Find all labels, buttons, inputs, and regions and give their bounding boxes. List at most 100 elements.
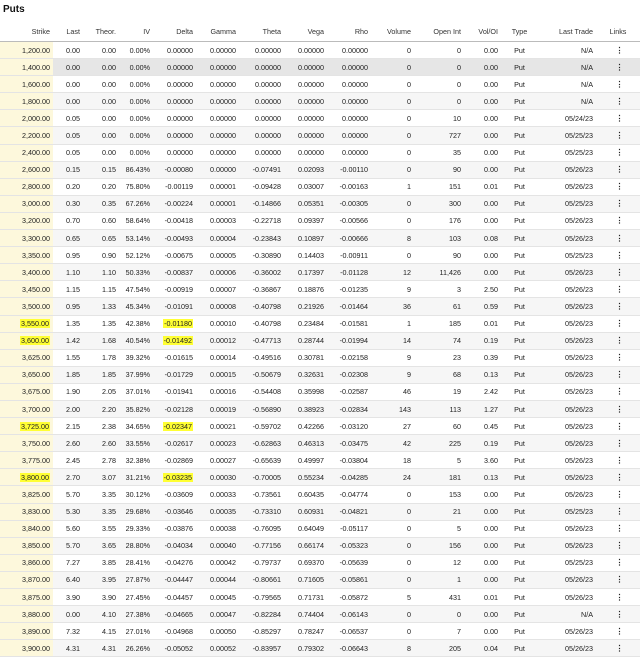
table-row[interactable]: 3,200.00 0.70 0.60 58.64% -0.00418 0.00003 -0.… bbox=[0, 212, 640, 231]
table-row[interactable]: 3,900.00 4.31 4.31 26.26% -0.05052 0.00052 -0.… bbox=[0, 639, 640, 657]
vertical-ellipsis-icon[interactable]: ⋮ bbox=[616, 627, 624, 636]
table-row[interactable]: 3,450.00 1.15 1.15 47.54% -0.00919 0.00007 -0.… bbox=[0, 280, 640, 299]
table-row[interactable]: 3,860.00 7.27 3.85 28.41% -0.04276 0.00042 -0.… bbox=[0, 554, 640, 572]
column-header-open-int[interactable]: Open Int bbox=[414, 22, 464, 42]
column-header-type[interactable]: Type bbox=[501, 22, 538, 42]
cell-last-trade: 05/25/23 bbox=[538, 144, 596, 162]
table-row[interactable]: 2,800.00 0.20 0.20 75.80% -0.00119 0.00001 -0.… bbox=[0, 178, 640, 196]
column-header-gamma[interactable]: Gamma bbox=[196, 22, 239, 42]
vertical-ellipsis-icon[interactable]: ⋮ bbox=[616, 576, 624, 584]
column-header-last-trade[interactable]: Last Trade bbox=[538, 22, 596, 42]
table-row[interactable]: 3,750.00 2.60 2.60 33.55% -0.02617 0.00023 -0.… bbox=[0, 434, 640, 453]
vertical-ellipsis-icon[interactable]: ⋮ bbox=[616, 97, 624, 106]
table-row[interactable]: 3,550.00 1.35 1.35 42.38% -0.01180 0.00010 -0.… bbox=[0, 315, 640, 333]
vertical-ellipsis-icon[interactable]: ⋮ bbox=[616, 268, 624, 277]
table-row[interactable]: 1,800.00 0.00 0.00 0.00% 0.00000 0.00000 0.000… bbox=[0, 92, 640, 111]
vertical-ellipsis-icon[interactable]: ⋮ bbox=[616, 114, 624, 123]
table-row[interactable]: 3,800.00 2.70 3.07 31.21% -0.03235 0.00030 -0.… bbox=[0, 468, 640, 487]
vertical-ellipsis-icon[interactable]: ⋮ bbox=[616, 132, 624, 140]
vertical-ellipsis-icon[interactable]: ⋮ bbox=[616, 439, 624, 448]
vertical-ellipsis-icon[interactable]: ⋮ bbox=[616, 234, 624, 243]
table-row[interactable]: 3,875.00 3.90 3.90 27.45% -0.04457 0.00045 -0.… bbox=[0, 588, 640, 607]
vertical-ellipsis-icon[interactable]: ⋮ bbox=[616, 542, 624, 550]
table-row[interactable]: 3,675.00 1.90 2.05 37.01% -0.01941 0.00016 -0.… bbox=[0, 383, 640, 401]
table-row[interactable]: 3,840.00 5.60 3.55 29.33% -0.03876 0.00038 -0.… bbox=[0, 520, 640, 538]
column-header-delta[interactable]: Delta bbox=[153, 22, 196, 42]
cell-rho: 0.00000 bbox=[327, 126, 371, 145]
table-row[interactable]: 3,300.00 0.65 0.65 53.14% -0.00493 0.00004 -0.… bbox=[0, 229, 640, 248]
table-row[interactable]: 3,600.00 1.42 1.68 40.54% -0.01492 0.00012 -0.… bbox=[0, 332, 640, 350]
vertical-ellipsis-icon[interactable]: ⋮ bbox=[616, 490, 624, 499]
cell-rho: 0.00000 bbox=[327, 58, 371, 77]
table-row[interactable]: 1,600.00 0.00 0.00 0.00% 0.00000 0.00000 0.000… bbox=[0, 75, 640, 94]
vertical-ellipsis-icon[interactable]: ⋮ bbox=[616, 559, 624, 567]
vertical-ellipsis-icon[interactable]: ⋮ bbox=[616, 251, 624, 260]
vertical-ellipsis-icon[interactable]: ⋮ bbox=[616, 149, 624, 157]
table-row[interactable]: 3,700.00 2.00 2.20 35.82% -0.02128 0.00019 -0.… bbox=[0, 400, 640, 419]
vertical-ellipsis-icon[interactable]: ⋮ bbox=[616, 644, 624, 653]
column-header-rho[interactable]: Rho bbox=[327, 22, 371, 42]
table-row[interactable]: 3,830.00 5.30 3.35 29.68% -0.03646 0.00035 -0.… bbox=[0, 503, 640, 521]
cell-vol-oi: 0.00 bbox=[464, 92, 501, 111]
table-row[interactable]: 2,600.00 0.15 0.15 86.43% -0.00080 0.00000 -0.… bbox=[0, 161, 640, 179]
cell-volume: 0 bbox=[371, 41, 414, 60]
column-header-theta[interactable]: Theta bbox=[239, 22, 284, 42]
table-row[interactable]: 3,500.00 0.95 1.33 45.34% -0.01091 0.00008 -0.… bbox=[0, 297, 640, 316]
table-row[interactable]: 1,400.00 0.00 0.00 0.00% 0.00000 0.00000 0.000… bbox=[0, 58, 640, 77]
vertical-ellipsis-icon[interactable]: ⋮ bbox=[616, 388, 624, 396]
vertical-ellipsis-icon[interactable]: ⋮ bbox=[616, 217, 624, 225]
column-header-iv[interactable]: IV bbox=[119, 22, 153, 42]
cell-last-trade: 05/24/23 bbox=[538, 109, 596, 128]
cell-strike: 3,880.00 bbox=[0, 605, 53, 624]
cell-last: 5.70 bbox=[53, 485, 83, 504]
vertical-ellipsis-icon[interactable]: ⋮ bbox=[616, 337, 624, 345]
column-header-last[interactable]: Last bbox=[53, 22, 83, 42]
column-header-strike[interactable]: Strike bbox=[0, 22, 53, 42]
table-row[interactable]: 2,000.00 0.05 0.00 0.00% 0.00000 0.00000 0.000… bbox=[0, 109, 640, 128]
column-header-vol-oi[interactable]: Vol/OI bbox=[464, 22, 501, 42]
vertical-ellipsis-icon[interactable]: ⋮ bbox=[616, 456, 624, 465]
table-row[interactable]: 2,200.00 0.05 0.00 0.00% 0.00000 0.00000 0.000… bbox=[0, 126, 640, 145]
table-row[interactable]: 3,850.00 5.70 3.65 28.80% -0.04034 0.00040 -0.… bbox=[0, 537, 640, 555]
vertical-ellipsis-icon[interactable]: ⋮ bbox=[616, 166, 624, 174]
vertical-ellipsis-icon[interactable]: ⋮ bbox=[616, 320, 624, 328]
vertical-ellipsis-icon[interactable]: ⋮ bbox=[616, 610, 624, 619]
cell-volume: 27 bbox=[371, 417, 414, 436]
table-row[interactable]: 3,825.00 5.70 3.35 30.12% -0.03609 0.00033 -0.… bbox=[0, 485, 640, 504]
table-row[interactable]: 3,650.00 1.85 1.85 37.99% -0.01729 0.00015 -0.… bbox=[0, 366, 640, 384]
cell-open-int: 23 bbox=[414, 349, 464, 367]
cell-type: Put bbox=[501, 554, 538, 572]
puts-table: Strike Last Theor. IV Delta Gamma Theta … bbox=[0, 22, 640, 657]
table-row[interactable]: 2,400.00 0.05 0.00 0.00% 0.00000 0.00000 0.000… bbox=[0, 144, 640, 162]
column-header-volume[interactable]: Volume bbox=[371, 22, 414, 42]
column-header-vega[interactable]: Vega bbox=[284, 22, 327, 42]
table-row[interactable]: 3,890.00 7.32 4.15 27.01% -0.04968 0.00050 -0.… bbox=[0, 622, 640, 641]
vertical-ellipsis-icon[interactable]: ⋮ bbox=[616, 371, 624, 379]
vertical-ellipsis-icon[interactable]: ⋮ bbox=[616, 354, 624, 362]
vertical-ellipsis-icon[interactable]: ⋮ bbox=[616, 525, 624, 533]
table-row[interactable]: 3,625.00 1.55 1.78 39.32% -0.01615 0.00014 -0.… bbox=[0, 349, 640, 367]
vertical-ellipsis-icon[interactable]: ⋮ bbox=[616, 183, 624, 191]
vertical-ellipsis-icon[interactable]: ⋮ bbox=[616, 405, 624, 414]
vertical-ellipsis-icon[interactable]: ⋮ bbox=[616, 46, 624, 55]
vertical-ellipsis-icon[interactable]: ⋮ bbox=[616, 302, 624, 311]
vertical-ellipsis-icon[interactable]: ⋮ bbox=[616, 200, 624, 208]
cell-links: ⋮ bbox=[596, 41, 640, 60]
table-row[interactable]: 3,350.00 0.95 0.90 52.12% -0.00675 0.00005 -0.… bbox=[0, 246, 640, 265]
vertical-ellipsis-icon[interactable]: ⋮ bbox=[616, 80, 624, 89]
table-row[interactable]: 3,880.00 0.00 4.10 27.38% -0.04665 0.00047 -0.… bbox=[0, 605, 640, 624]
column-header-theor[interactable]: Theor. bbox=[83, 22, 119, 42]
cell-gamma: 0.00008 bbox=[196, 297, 239, 316]
table-row[interactable]: 1,200.00 0.00 0.00 0.00% 0.00000 0.00000 0.000… bbox=[0, 41, 640, 60]
vertical-ellipsis-icon[interactable]: ⋮ bbox=[616, 593, 624, 602]
table-row[interactable]: 3,400.00 1.10 1.10 50.33% -0.00837 0.00006 -0.… bbox=[0, 263, 640, 282]
vertical-ellipsis-icon[interactable]: ⋮ bbox=[616, 508, 624, 516]
vertical-ellipsis-icon[interactable]: ⋮ bbox=[616, 63, 624, 72]
cell-vega: 0.49997 bbox=[284, 451, 327, 470]
vertical-ellipsis-icon[interactable]: ⋮ bbox=[616, 422, 624, 431]
table-row[interactable]: 3,000.00 0.30 0.35 67.26% -0.00224 0.00001 -0.… bbox=[0, 195, 640, 213]
table-row[interactable]: 3,725.00 2.15 2.38 34.65% -0.02347 0.00021 -0.… bbox=[0, 417, 640, 436]
vertical-ellipsis-icon[interactable]: ⋮ bbox=[616, 473, 624, 482]
table-row[interactable]: 3,775.00 2.45 2.78 32.38% -0.02869 0.00027 -0.… bbox=[0, 451, 640, 470]
vertical-ellipsis-icon[interactable]: ⋮ bbox=[616, 285, 624, 294]
